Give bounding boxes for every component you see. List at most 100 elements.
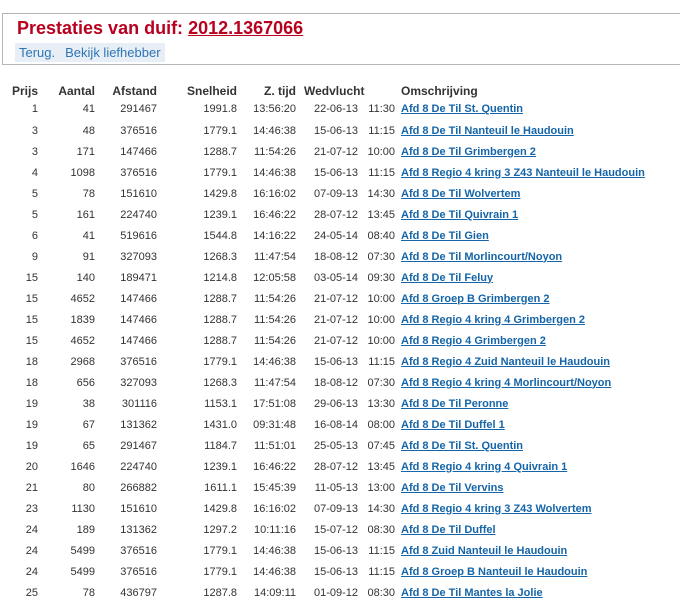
- race-description-link[interactable]: Afd 8 De Til Duffel: [401, 524, 496, 536]
- race-description-link[interactable]: Afd 8 De Til Grimbergen 2: [401, 146, 536, 158]
- race-description-link[interactable]: Afd 8 De Til St. Quentin: [401, 103, 523, 115]
- cell-snelheid: 1297.2: [203, 523, 237, 536]
- cell-aantal: 1130: [71, 502, 95, 515]
- table-row: 5 78 151610 1429.8 16:16:02 07-09-13 14:30 Afd …: [5, 183, 645, 204]
- race-description-link[interactable]: Afd 8 De Til Duffel 1: [401, 419, 505, 431]
- cell-z-tijd: 16:16:02: [253, 502, 296, 515]
- cell-wedvlucht-lostijd: 10:00: [367, 334, 395, 347]
- cell-z-tijd: 14:46:38: [253, 565, 296, 578]
- column-header-wedvlucht: Wedvlucht: [304, 84, 365, 98]
- cell-snelheid: 1991.8: [203, 103, 237, 115]
- cell-snelheid: 1779.1: [203, 166, 237, 179]
- cell-wedvlucht-datum: 24-05-14: [313, 229, 358, 242]
- race-description-link[interactable]: Afd 8 Regio 4 Zuid Nanteuil le Haudouin: [401, 356, 610, 368]
- column-header-afstand: Afstand: [112, 84, 157, 98]
- cell-prijs: 15: [25, 313, 38, 326]
- race-description-link[interactable]: Afd 8 Regio 4 kring 3 Z43 Nanteuil le Ha…: [401, 167, 645, 179]
- cell-z-tijd: 09:31:48: [253, 418, 296, 431]
- race-description-link[interactable]: Afd 8 De Til St. Quentin: [401, 440, 523, 452]
- cell-wedvlucht-datum: 15-06-13: [313, 166, 358, 179]
- cell-z-tijd: 17:51:08: [253, 397, 296, 410]
- table-row: 23 1130 151610 1429.8 16:16:02 07-09-13 14:30 A…: [5, 498, 645, 519]
- cell-z-tijd: 11:54:26: [253, 145, 296, 158]
- table-row: 15 140 189471 1214.8 12:05:58 03-05-14 09:30 Af…: [5, 267, 645, 288]
- cell-wedvlucht-lostijd: 07:30: [367, 250, 395, 263]
- race-description-link[interactable]: Afd 8 Groep B Grimbergen 2: [401, 293, 550, 305]
- race-description-link[interactable]: Afd 8 Zuid Nanteuil le Haudouin: [401, 545, 567, 557]
- column-header-z-tijd: Z. tijd: [264, 84, 296, 98]
- cell-afstand: 301116: [121, 397, 157, 410]
- cell-snelheid: 1288.7: [203, 334, 237, 347]
- cell-wedvlucht-datum: 11-05-13: [314, 481, 358, 494]
- cell-omschrijving: Afd 8 Regio 4 Grimbergen 2: [395, 330, 645, 351]
- cell-afstand: 147466: [120, 145, 157, 158]
- race-description-link[interactable]: Afd 8 De Til Feluy: [401, 272, 493, 284]
- cell-z-tijd: 16:46:22: [253, 460, 296, 473]
- cell-snelheid: 1779.1: [203, 124, 237, 137]
- cell-afstand: 376516: [120, 124, 157, 137]
- cell-prijs: 20: [25, 460, 38, 473]
- cell-wedvlucht-lostijd: 10:00: [367, 313, 395, 326]
- cell-snelheid: 1288.7: [203, 292, 237, 305]
- cell-wedvlucht-datum: 21-07-12: [313, 313, 358, 326]
- cell-omschrijving: Afd 8 De Til Grimbergen 2: [395, 141, 645, 162]
- back-link[interactable]: Terug.: [19, 45, 55, 60]
- cell-wedvlucht-datum: 15-06-13: [313, 355, 358, 368]
- cell-prijs: 24: [25, 565, 38, 578]
- race-description-link[interactable]: Afd 8 Regio 4 kring 3 Z43 Wolvertem: [401, 503, 592, 515]
- race-description-link[interactable]: Afd 8 Regio 4 kring 4 Morlincourt/Noyon: [401, 377, 611, 389]
- cell-omschrijving: Afd 8 Groep B Grimbergen 2: [395, 288, 645, 309]
- cell-wedvlucht-datum: 21-07-12: [313, 145, 358, 158]
- cell-snelheid: 1431.0: [203, 418, 237, 431]
- cell-snelheid: 1429.8: [203, 502, 237, 515]
- race-description-link[interactable]: Afd 8 De Til Mantes la Jolie: [401, 587, 543, 599]
- race-description-link[interactable]: Afd 8 De Til Wolvertem: [401, 188, 520, 200]
- cell-omschrijving: Afd 8 De Til Gien: [395, 225, 645, 246]
- cell-omschrijving: Afd 8 De Til Peronne: [395, 393, 645, 414]
- cell-omschrijving: Afd 8 De Til Morlincourt/Noyon: [395, 246, 645, 267]
- race-description-link[interactable]: Afd 8 De Til Gien: [401, 230, 489, 242]
- cell-omschrijving: Afd 8 Regio 4 kring 3 Z43 Wolvertem: [395, 498, 645, 519]
- cell-afstand: 147466: [120, 313, 157, 326]
- cell-wedvlucht-datum: 29-06-13: [313, 397, 358, 410]
- cell-snelheid: 1288.7: [203, 145, 237, 158]
- cell-aantal: 91: [82, 250, 95, 263]
- cell-afstand: 189471: [120, 271, 157, 284]
- view-owner-link[interactable]: Bekijk liefhebber: [65, 45, 160, 60]
- race-description-link[interactable]: Afd 8 Regio 4 Grimbergen 2: [401, 335, 546, 347]
- race-description-link[interactable]: Afd 8 Groep B Nanteuil le Haudouin: [401, 566, 587, 578]
- cell-prijs: 24: [25, 544, 38, 557]
- race-description-link[interactable]: Afd 8 Regio 4 kring 4 Quivrain 1: [401, 461, 567, 473]
- cell-prijs: 3: [31, 124, 38, 137]
- cell-afstand: 436797: [120, 586, 157, 599]
- cell-prijs: 19: [25, 439, 38, 452]
- cell-z-tijd: 14:16:22: [253, 229, 296, 242]
- cell-aantal: 656: [76, 376, 95, 389]
- ring-number-link[interactable]: 2012.1367066: [188, 18, 303, 38]
- cell-snelheid: 1268.3: [203, 376, 237, 389]
- cell-aantal: 4652: [70, 334, 95, 347]
- cell-wedvlucht-datum: 07-09-13: [313, 187, 358, 200]
- cell-aantal: 41: [82, 229, 95, 242]
- race-description-link[interactable]: Afd 8 De Til Morlincourt/Noyon: [401, 251, 562, 263]
- cell-afstand: 376516: [120, 166, 157, 179]
- cell-omschrijving: Afd 8 Regio 4 kring 3 Z43 Nanteuil le Ha…: [395, 162, 645, 183]
- table-row: 1 41 291467 1991.8 13:56:20 22-06-13 11:30 Afd …: [5, 98, 645, 120]
- race-description-link[interactable]: Afd 8 De Til Vervins: [401, 482, 504, 494]
- cell-aantal: 78: [82, 187, 95, 200]
- cell-wedvlucht-datum: 28-07-12: [313, 460, 358, 473]
- cell-z-tijd: 14:46:38: [253, 544, 296, 557]
- race-description-link[interactable]: Afd 8 Regio 4 kring 4 Grimbergen 2: [401, 314, 585, 326]
- race-description-link[interactable]: Afd 8 De Til Peronne: [401, 398, 508, 410]
- cell-prijs: 9: [31, 250, 38, 263]
- race-description-link[interactable]: Afd 8 De Til Quivrain 1: [401, 209, 518, 221]
- cell-omschrijving: Afd 8 Regio 4 Zuid Nanteuil le Haudouin: [395, 351, 645, 372]
- table-row: 20 1646 224740 1239.1 16:46:22 28-07-12 13:45 A…: [5, 456, 645, 477]
- cell-prijs: 4: [31, 166, 38, 179]
- table-row: 15 4652 147466 1288.7 11:54:26 21-07-12 10:00 A…: [5, 330, 645, 351]
- race-description-link[interactable]: Afd 8 De Til Nanteuil le Haudouin: [401, 125, 574, 137]
- cell-aantal: 4652: [70, 292, 95, 305]
- cell-wedvlucht-datum: 07-09-13: [313, 502, 358, 515]
- cell-wedvlucht-lostijd: 11:15: [368, 565, 395, 578]
- cell-wedvlucht-datum: 15-06-13: [313, 565, 358, 578]
